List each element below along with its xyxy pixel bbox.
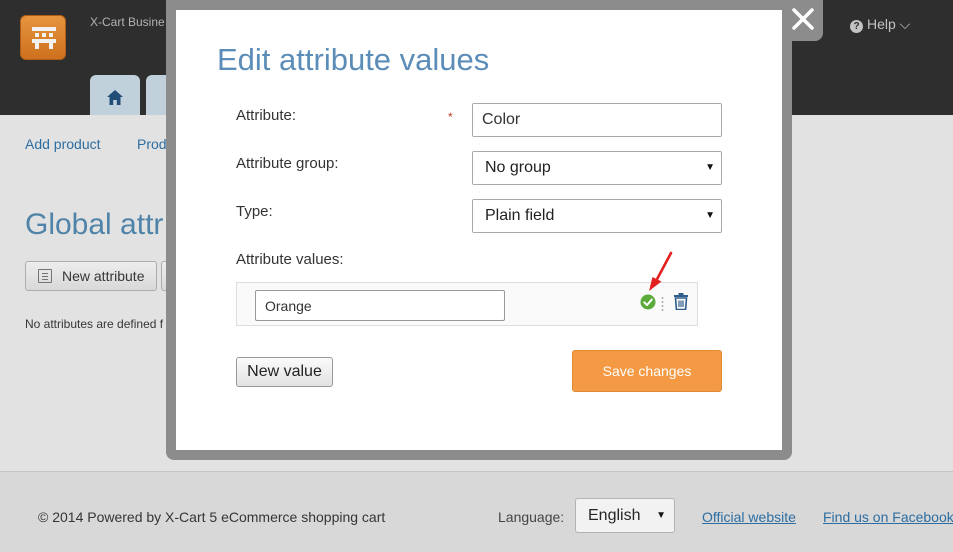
attribute-value-input[interactable] (255, 290, 505, 321)
attribute-group-value: No group (485, 159, 551, 176)
type-select[interactable]: Plain field ▼ (472, 199, 722, 233)
close-icon[interactable] (789, 5, 817, 33)
drag-handle-icon[interactable] (661, 296, 664, 312)
required-mark: * (448, 110, 453, 124)
attribute-name-input[interactable] (472, 103, 722, 137)
check-circle-icon[interactable] (640, 294, 656, 310)
attribute-group-label: Attribute group: (236, 155, 339, 172)
caret-down-icon: ▼ (705, 162, 715, 173)
attribute-group-select[interactable]: No group ▼ (472, 151, 722, 185)
red-arrow-annotation (649, 251, 673, 291)
type-label: Type: (236, 203, 273, 220)
attribute-label: Attribute: (236, 107, 297, 124)
dialog-title: Edit attribute values (217, 42, 490, 77)
caret-down-icon: ▼ (705, 210, 715, 221)
attribute-values-label: Attribute values: (236, 251, 344, 268)
new-value-button[interactable]: New value (236, 357, 333, 387)
trash-icon[interactable] (673, 293, 689, 310)
type-value: Plain field (485, 207, 555, 224)
save-changes-button[interactable]: Save changes (572, 350, 722, 392)
